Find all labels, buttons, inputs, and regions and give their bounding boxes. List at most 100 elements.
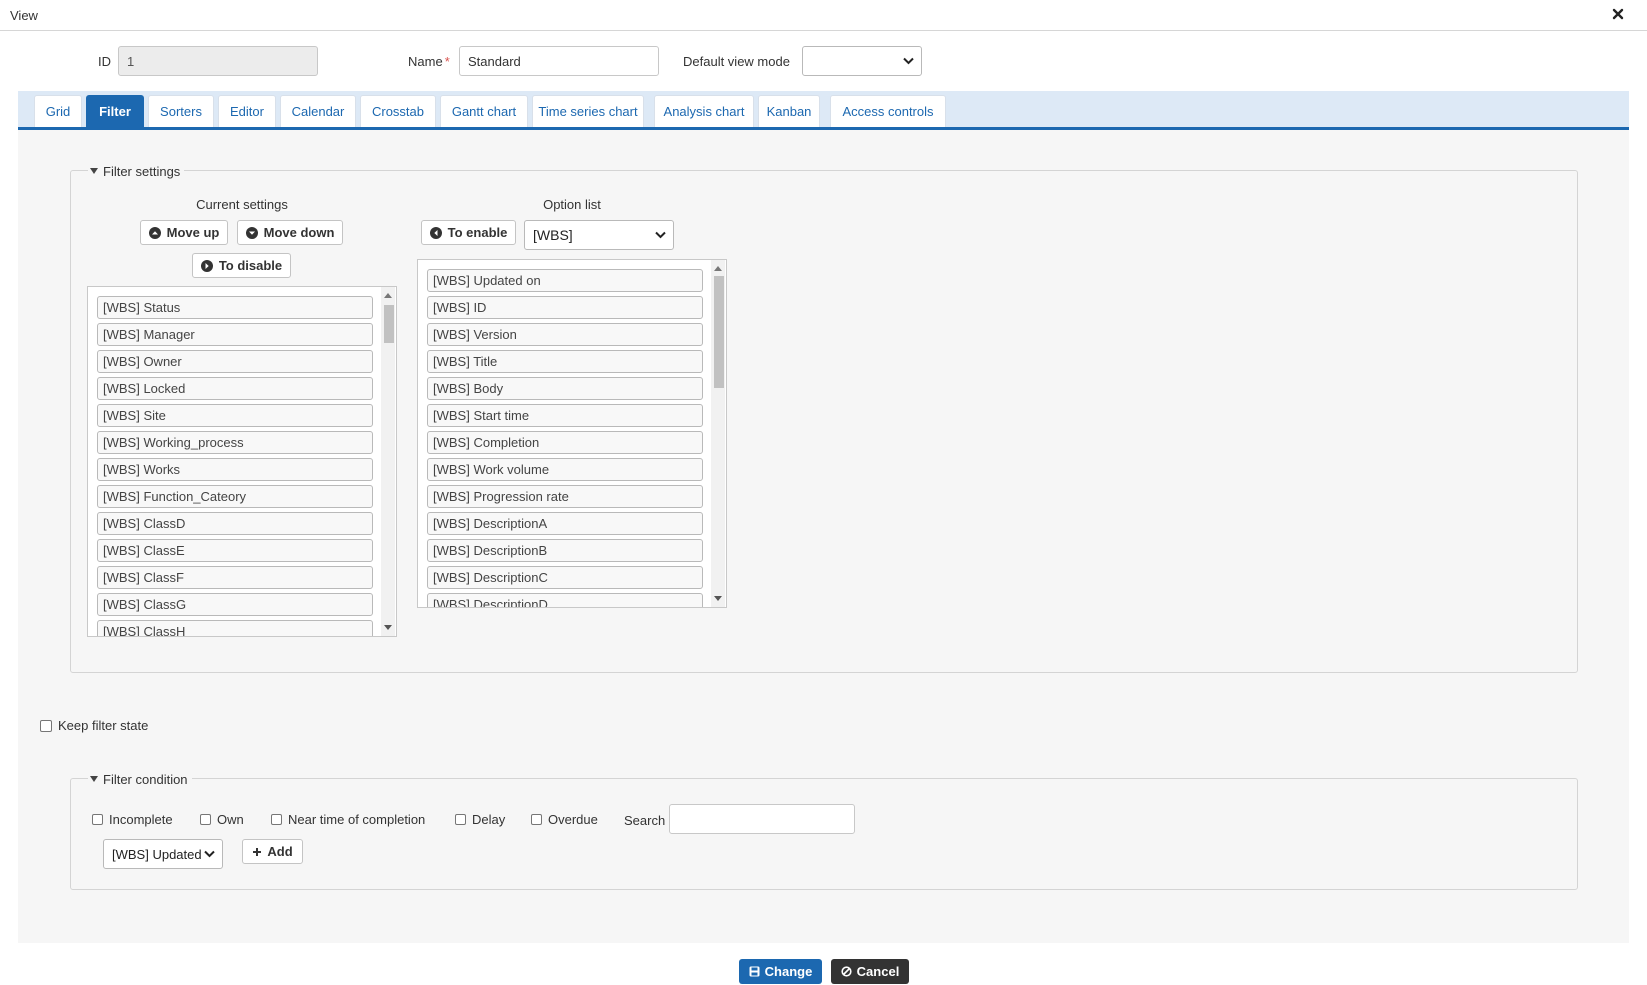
list-item[interactable]: [WBS] Body [427, 377, 703, 400]
id-field[interactable] [118, 46, 318, 76]
tab-crosstab[interactable]: Crosstab [360, 95, 436, 127]
list-item[interactable]: [WBS] ClassE [97, 539, 373, 562]
list-item[interactable]: [WBS] Title [427, 350, 703, 373]
move-up-button[interactable]: Move up [140, 220, 228, 245]
tab-filter[interactable]: Filter [86, 95, 144, 127]
tab-time-series-chart[interactable]: Time series chart [532, 95, 644, 127]
name-field[interactable] [459, 46, 659, 76]
default-view-mode-label: Default view mode [683, 54, 790, 69]
current-list-scrollbar[interactable] [381, 287, 395, 636]
dialog-title: View [10, 8, 38, 23]
near-completion-checkbox[interactable]: Near time of completion [271, 812, 425, 827]
id-label: ID [98, 54, 111, 69]
list-item[interactable]: [WBS] Function_Cateory [97, 485, 373, 508]
incomplete-box[interactable] [92, 814, 103, 825]
list-item[interactable]: [WBS] Site [97, 404, 373, 427]
scroll-thumb[interactable] [384, 305, 394, 343]
list-item[interactable]: [WBS] Owner [97, 350, 373, 373]
tab-bar: Grid Filter Sorters Editor Calendar Cros… [18, 91, 1629, 130]
tab-kanban[interactable]: Kanban [758, 95, 820, 127]
near-completion-box[interactable] [271, 814, 282, 825]
dialog-title-bar: View [0, 0, 1647, 31]
tab-analysis-chart[interactable]: Analysis chart [654, 95, 754, 127]
option-list[interactable]: [WBS] Updated on [WBS] ID [WBS] Version … [417, 259, 727, 608]
list-item[interactable]: [WBS] DescriptionC [427, 566, 703, 589]
tab-calendar[interactable]: Calendar [280, 95, 356, 127]
filter-condition-legend-text: Filter condition [103, 771, 188, 787]
to-enable-label: To enable [447, 225, 508, 240]
list-item[interactable]: [WBS] Status [97, 296, 373, 319]
change-label: Change [764, 964, 813, 979]
chevron-down-icon [204, 850, 215, 858]
search-input[interactable] [669, 804, 855, 834]
list-item[interactable]: [WBS] ClassD [97, 512, 373, 535]
overdue-checkbox[interactable]: Overdue [531, 812, 598, 827]
list-item[interactable]: [WBS] DescriptionA [427, 512, 703, 535]
default-view-mode-select[interactable] [802, 46, 922, 76]
add-button[interactable]: Add [242, 839, 303, 864]
keep-filter-state-checkbox[interactable]: Keep filter state [40, 718, 148, 733]
list-item[interactable]: [WBS] Updated on [427, 269, 703, 292]
filter-condition-fieldset [70, 778, 1578, 890]
tab-sorters[interactable]: Sorters [148, 95, 214, 127]
delay-checkbox[interactable]: Delay [455, 812, 505, 827]
incomplete-checkbox[interactable]: Incomplete [92, 812, 173, 827]
current-settings-heading: Current settings [196, 197, 288, 212]
filter-settings-legend-text: Filter settings [103, 163, 181, 179]
filter-condition-legend[interactable]: Filter condition [88, 770, 192, 788]
tab-editor[interactable]: Editor [218, 95, 276, 127]
list-item[interactable]: [WBS] Locked [97, 377, 373, 400]
list-item[interactable]: [WBS] ClassF [97, 566, 373, 589]
list-item[interactable]: [WBS] Working_process [97, 431, 373, 454]
to-enable-button[interactable]: To enable [421, 220, 516, 245]
list-item[interactable]: [WBS] Work volume [427, 458, 703, 481]
move-up-label: Move up [166, 225, 220, 240]
option-list-heading: Option list [543, 197, 601, 212]
cancel-button[interactable]: Cancel [831, 959, 909, 984]
arrow-right-circle-icon [200, 259, 213, 272]
to-disable-button[interactable]: To disable [192, 253, 291, 278]
scroll-thumb[interactable] [714, 276, 724, 388]
filter-settings-legend[interactable]: Filter settings [88, 162, 185, 180]
list-item[interactable]: [WBS] ClassH [97, 620, 373, 636]
list-item[interactable]: [WBS] ClassG [97, 593, 373, 616]
overdue-box[interactable] [531, 814, 542, 825]
option-source-value: [WBS] [533, 227, 573, 243]
keep-filter-state-box[interactable] [40, 719, 52, 732]
arrow-down-circle-icon [245, 226, 258, 239]
delay-box[interactable] [455, 814, 466, 825]
list-item[interactable]: [WBS] Completion [427, 431, 703, 454]
current-settings-list[interactable]: [WBS] Status [WBS] Manager [WBS] Owner [… [87, 286, 397, 637]
own-label: Own [217, 812, 244, 827]
scroll-down-arrow-icon[interactable] [384, 625, 392, 630]
close-icon[interactable] [1611, 7, 1625, 21]
list-item[interactable]: [WBS] Works [97, 458, 373, 481]
move-down-label: Move down [263, 225, 335, 240]
tab-gantt-chart[interactable]: Gantt chart [440, 95, 528, 127]
own-checkbox[interactable]: Own [200, 812, 244, 827]
move-down-button[interactable]: Move down [237, 220, 343, 245]
filter-column-select[interactable]: [WBS] Updated [103, 839, 223, 869]
tab-access-controls[interactable]: Access controls [830, 95, 946, 127]
list-item[interactable]: [WBS] Manager [97, 323, 373, 346]
required-mark: * [444, 54, 450, 69]
list-item[interactable]: [WBS] Version [427, 323, 703, 346]
list-item[interactable]: [WBS] Start time [427, 404, 703, 427]
arrow-up-circle-icon [148, 226, 161, 239]
scroll-up-arrow-icon[interactable] [384, 293, 392, 298]
collapse-triangle-icon [90, 168, 98, 174]
list-item[interactable]: [WBS] DescriptionB [427, 539, 703, 562]
own-box[interactable] [200, 814, 211, 825]
option-source-select[interactable]: [WBS] [524, 220, 674, 250]
scroll-down-arrow-icon[interactable] [714, 596, 722, 601]
list-item[interactable]: [WBS] Progression rate [427, 485, 703, 508]
tab-grid[interactable]: Grid [34, 95, 82, 127]
cancel-label: Cancel [856, 964, 900, 979]
overdue-label: Overdue [548, 812, 598, 827]
list-item[interactable]: [WBS] ID [427, 296, 703, 319]
change-button[interactable]: Change [739, 959, 822, 984]
keep-filter-state-label: Keep filter state [58, 718, 149, 733]
list-item[interactable]: [WBS] DescriptionD [427, 593, 703, 607]
option-list-scrollbar[interactable] [711, 260, 725, 607]
scroll-up-arrow-icon[interactable] [714, 266, 722, 271]
